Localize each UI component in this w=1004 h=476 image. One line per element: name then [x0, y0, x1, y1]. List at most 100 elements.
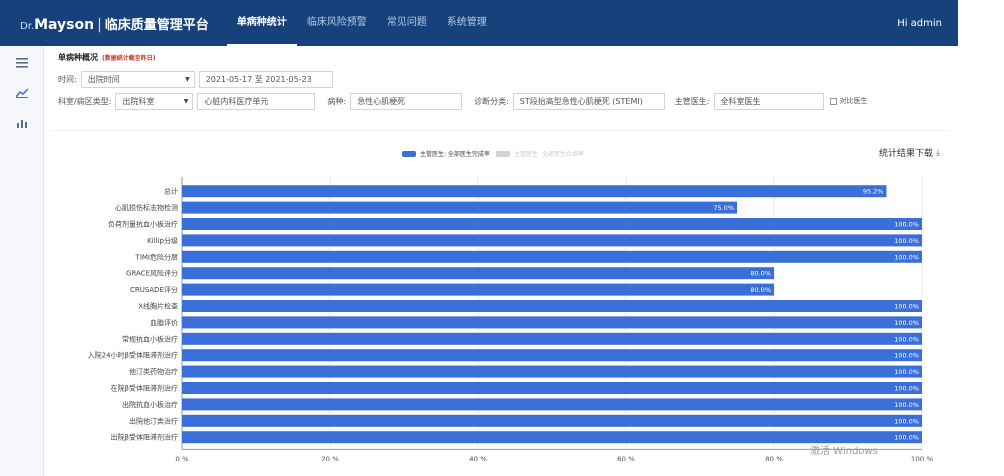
data-label: 100.0%	[894, 385, 919, 393]
logo-separator: |	[97, 16, 102, 33]
bar[interactable]	[182, 250, 922, 263]
diag-select[interactable]: ST段抬高型急性心肌梗死 (STEMI)	[512, 92, 665, 110]
bar[interactable]	[182, 185, 887, 198]
nav-single-disease-stats[interactable]: 单病种统计	[226, 0, 297, 46]
category-label: 总计	[164, 187, 178, 196]
category-label: 入院24小时β受体阻滞剂治疗	[88, 351, 178, 360]
bar[interactable]	[182, 365, 922, 378]
data-label: 100.0%	[894, 434, 919, 442]
data-label: 100.0%	[894, 401, 919, 409]
category-label: X线胸片检查	[138, 302, 178, 311]
doctor-label: 主管医生:	[674, 96, 710, 106]
bar[interactable]	[182, 218, 922, 230]
download-results-button[interactable]: 统计结果下载 ⤓	[879, 146, 940, 160]
main-content: 单病种概况 (数据统计截至昨日) 时间: 出院时间 ▼ 2021-05-17 至…	[50, 52, 950, 112]
doctor-select[interactable]: 全科室医生	[713, 92, 824, 110]
chart-legend: 主管医生: 全部医生完成率 主管医生: 全部医生合格率	[402, 149, 584, 158]
x-tick-label: 80 %	[765, 455, 783, 461]
nav-clinical-risk-alert[interactable]: 临床风险预警	[297, 0, 377, 46]
legend-swatch-series1[interactable]	[402, 150, 416, 157]
category-label: 负荷剂量抗血小板治疗	[108, 220, 178, 229]
download-icon: ⤓	[936, 147, 940, 158]
dept-value: 心脏内科医疗单元	[204, 96, 269, 106]
user-greeting[interactable]: Hi admin	[897, 18, 942, 29]
filter-row-time: 时间: 出院时间 ▼ 2021-05-17 至 2021-05-23	[50, 68, 950, 90]
activate-windows-watermark: 激活 Windows	[810, 446, 878, 457]
bar[interactable]	[182, 382, 922, 394]
logo-prefix: Dr.	[20, 20, 35, 32]
bar[interactable]	[182, 234, 922, 247]
bar[interactable]	[182, 300, 922, 312]
bar[interactable]	[182, 316, 922, 329]
bar[interactable]	[182, 201, 737, 214]
legend-label-series2[interactable]: 主管医生: 全部医生合格率	[514, 149, 584, 158]
dept-label: 科室/病区类型:	[58, 96, 112, 106]
data-label: 100.0%	[894, 319, 919, 327]
category-label: 血脂评价	[150, 318, 178, 327]
category-label: 在院β受体阻滞剂治疗	[111, 384, 178, 393]
bar[interactable]	[182, 283, 774, 296]
menu-icon[interactable]	[0, 50, 44, 76]
page-note: (数据统计截至昨日)	[102, 55, 156, 62]
data-label: 100.0%	[894, 237, 919, 245]
category-label: TIMI危险分层	[135, 252, 178, 261]
data-label: 100.0%	[894, 352, 919, 360]
caret-down-icon: ▼	[183, 97, 189, 105]
legend-swatch-series2[interactable]	[495, 150, 510, 157]
date-range-picker[interactable]: 2021-05-17 至 2021-05-23	[198, 70, 333, 88]
data-label: 75.0%	[713, 204, 734, 212]
category-label: Killip分级	[147, 236, 178, 245]
doctor-value: 全科室医生	[720, 96, 761, 106]
legend-label-series1[interactable]: 主管医生: 全部医生完成率	[420, 149, 490, 158]
diag-value: ST段抬高型急性心肌梗死 (STEMI)	[519, 96, 643, 106]
line-chart-icon[interactable]	[0, 80, 44, 106]
x-tick-label: 0 %	[175, 455, 189, 461]
bar-chart-icon[interactable]	[0, 110, 44, 136]
nav-system-admin[interactable]: 系统管理	[437, 0, 497, 46]
filter-row-dept: 科室/病区类型: 出院科室 ▼ 心脏内科医疗单元 病种: 急性心肌梗死 诊断分类…	[50, 90, 950, 112]
data-label: 100.0%	[894, 417, 919, 425]
x-tick-label: 60 %	[617, 455, 635, 461]
compare-doctor-checkbox[interactable]	[829, 97, 837, 105]
bar[interactable]	[182, 414, 922, 427]
page-title: 单病种概况	[58, 53, 98, 62]
logo-brand: Mayson	[34, 16, 95, 33]
system-title: 临床质量管理平台	[104, 17, 209, 33]
x-tick-label: 40 %	[469, 455, 487, 461]
dept-type-select[interactable]: 出院科室 ▼	[115, 92, 194, 110]
bar[interactable]	[182, 267, 774, 280]
bar-chart: 0 % 20 % 40 % 60 % 80 % 100 % 总计 95.2% 心肌损伤标志物检测…	[88, 177, 934, 461]
bar[interactable]	[182, 398, 922, 411]
time-type-value: 出院时间	[87, 74, 120, 84]
x-tick-label: 20 %	[321, 455, 339, 461]
category-label: 常规抗血小板治疗	[122, 334, 178, 343]
chart-panel: 0 % 20 % 40 % 60 % 80 % 100 % 总计 95.2% 心肌损伤标志物检测…	[50, 130, 950, 461]
page-title-row: 单病种概况 (数据统计截至昨日)	[50, 52, 950, 68]
disease-value: 急性心肌梗死	[357, 96, 406, 106]
dept-type-value: 出院科室	[122, 96, 155, 106]
category-label: GRACE风险评分	[126, 269, 178, 278]
category-label: 出院抗血小板治疗	[122, 400, 178, 409]
dept-select[interactable]: 心脏内科医疗单元	[197, 92, 316, 110]
caret-down-icon: ▼	[185, 75, 190, 83]
data-label: 80.0%	[750, 270, 771, 278]
nav-faq[interactable]: 常见问题	[377, 0, 437, 46]
category-label: 出院β受体阻滞剂治疗	[111, 433, 178, 442]
sidebar	[0, 46, 44, 476]
data-label: 95.2%	[863, 188, 884, 196]
time-type-select[interactable]: 出院时间 ▼	[80, 70, 195, 88]
data-label: 100.0%	[894, 303, 919, 311]
time-label: 时间:	[58, 74, 77, 84]
bar[interactable]	[182, 332, 922, 345]
data-label: 100.0%	[894, 253, 919, 261]
x-tick-label: 100 %	[911, 455, 934, 461]
app-logo[interactable]: Dr. Mayson | 临床质量管理平台	[20, 14, 209, 33]
data-label: 100.0%	[894, 221, 919, 229]
disease-label: 病种:	[327, 96, 347, 106]
date-range-value: 2021-05-17 至 2021-05-23	[205, 74, 312, 84]
category-label: 他汀类药物治疗	[129, 367, 178, 376]
disease-select[interactable]: 急性心肌梗死	[350, 92, 463, 110]
download-label: 统计结果下载	[879, 149, 934, 159]
bar[interactable]	[182, 349, 922, 362]
category-label: 出院他汀类治疗	[129, 416, 178, 425]
